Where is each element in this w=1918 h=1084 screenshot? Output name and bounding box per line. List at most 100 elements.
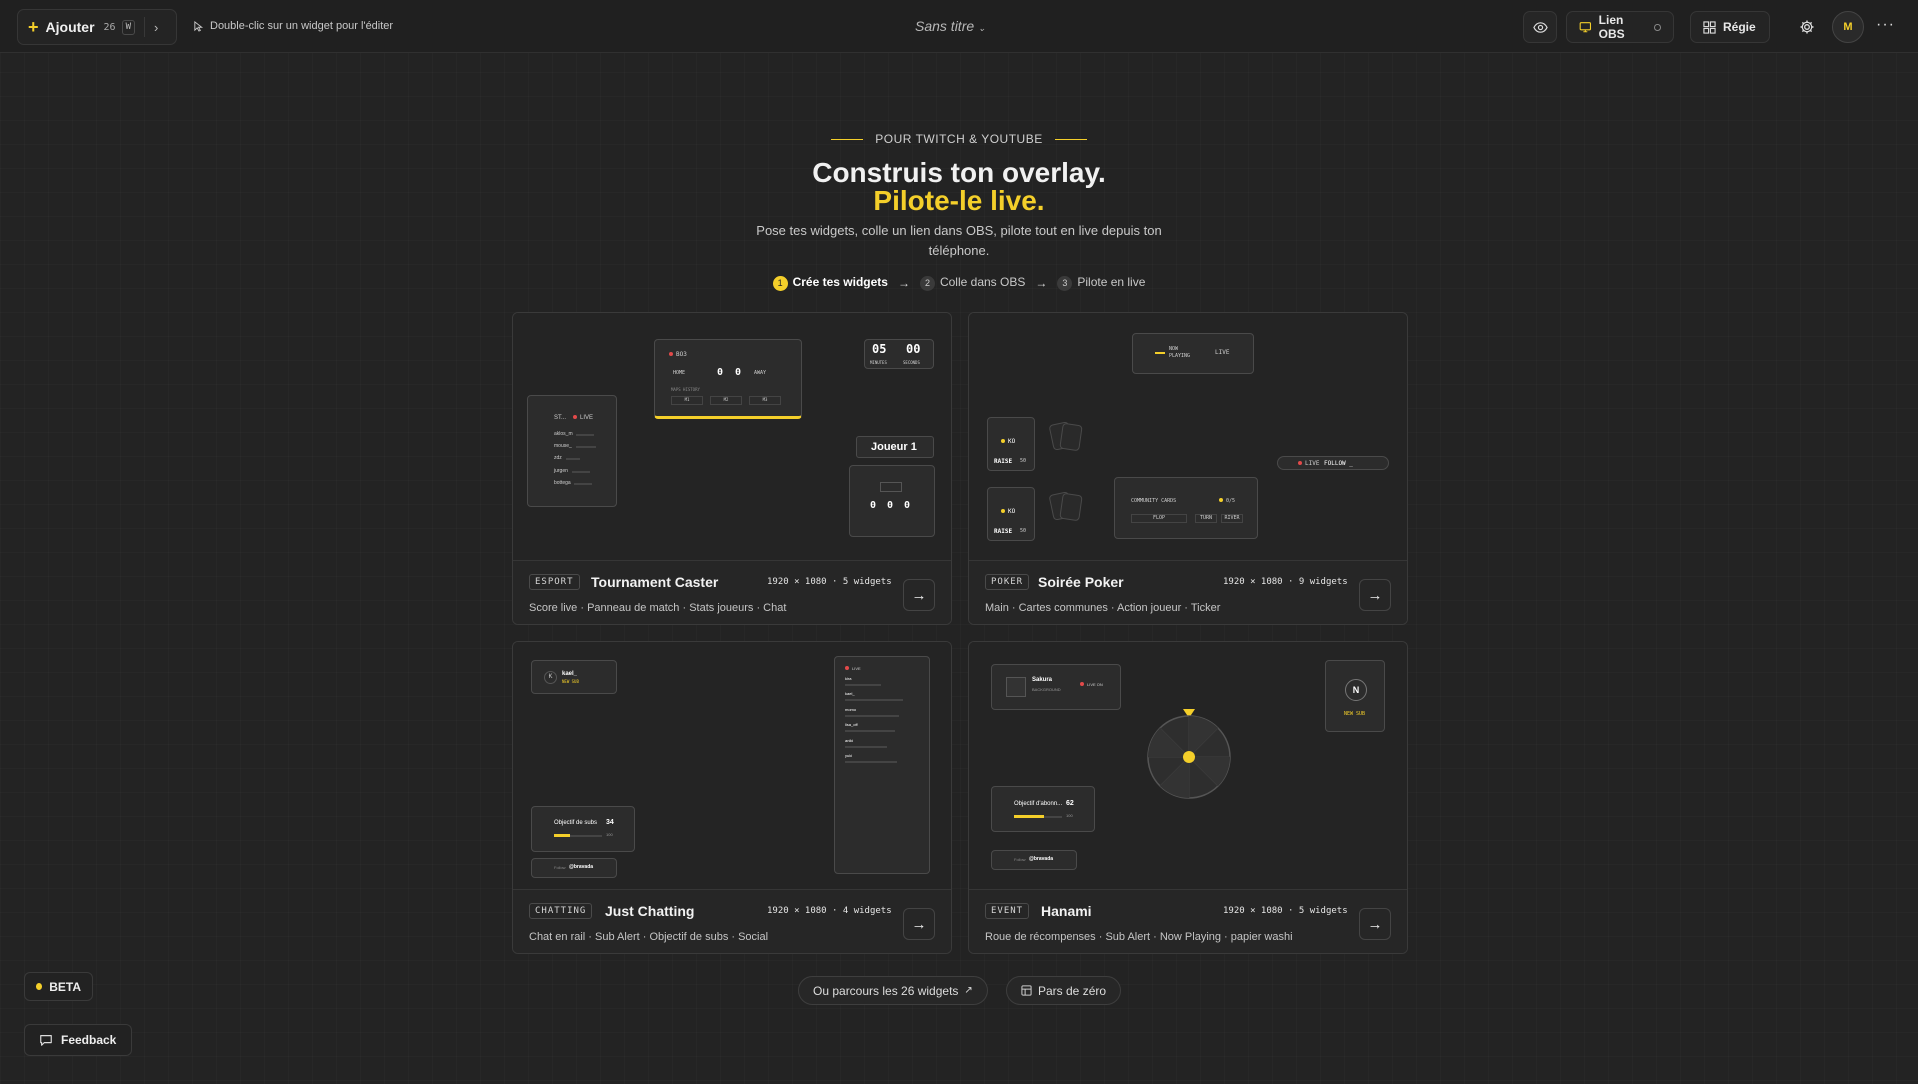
arrow-right-icon[interactable]: → [1359, 908, 1391, 940]
document-title-text: Sans titre [915, 18, 975, 34]
community-count: 0/5 [1219, 498, 1235, 504]
start-from-scratch-button[interactable]: Pars de zéro [1006, 976, 1122, 1005]
eyebrow-line-right [1054, 138, 1087, 140]
preview-sub-alert: N NEW SUB [1325, 660, 1385, 732]
template-card-esport[interactable]: ST... LIVE aklos_m mouse_ zdz jurgen bot… [512, 312, 952, 625]
add-widget-button[interactable]: + Ajouter 26 W › [17, 9, 177, 45]
rail-user: yuki [845, 753, 853, 758]
template-description: Roue de récompenses · Sub Alert · Now Pl… [985, 931, 1293, 943]
raise-value: 50 [1020, 528, 1027, 534]
raise-label: RAISE [994, 528, 1013, 535]
preview-player-stats: 0 0 0 [849, 465, 935, 537]
step-number: 3 [1057, 275, 1073, 291]
preview-sub-goal: Objectif de subs 34 100 [531, 806, 635, 852]
status-dot [1654, 23, 1661, 31]
maps-history-label: MAPS HISTORY [671, 387, 700, 392]
divider [143, 17, 145, 37]
step-2: 2 Colle dans OBS [919, 275, 1026, 291]
obs-link-button[interactable]: Lien OBS [1566, 11, 1674, 43]
community-count-text: 0/5 [1226, 498, 1236, 504]
hero-subtitle: Pose tes widgets, colle un lien dans OBS… [756, 223, 1162, 258]
preview-button[interactable] [1523, 11, 1557, 43]
raise-label: RAISE [994, 458, 1013, 465]
preview-timer: 05 00 MINUTES SECONDS [864, 339, 934, 369]
regie-label: Régie [1723, 20, 1756, 34]
step-number: 2 [919, 275, 935, 291]
widget-count: 26 [103, 21, 116, 33]
rail-user: lisa_off [845, 722, 858, 727]
rail-line [845, 761, 897, 763]
ko-text: KO [1008, 438, 1016, 445]
preview-player-hand: KO RAISE 50 [987, 487, 1035, 541]
template-footer: CHATTING Just Chatting 1920 × 1080 · 4 w… [513, 889, 951, 953]
album-art [1006, 677, 1026, 697]
goal-fill [554, 834, 571, 837]
step-number: 1 [772, 275, 788, 291]
goal-max: 100 [606, 832, 613, 837]
template-footer: POKER Soirée Poker 1920 × 1080 · 9 widge… [969, 560, 1407, 624]
preview-player-name: Joueur 1 [856, 436, 934, 458]
map-slot: M1 [671, 396, 703, 405]
map-slot: M2 [710, 396, 742, 405]
eyebrow: POUR TWITCH & YOUTUBE [0, 132, 1918, 146]
home-label: HOME [673, 370, 686, 376]
beta-label: BETA [49, 979, 81, 994]
goal-value: 34 [606, 819, 614, 826]
goal-max: 100 [1066, 813, 1073, 818]
gear-icon [1800, 20, 1814, 34]
more-options-icon[interactable]: ··· [1876, 16, 1895, 34]
category-tag: EVENT [985, 903, 1030, 919]
arrow-right-icon[interactable]: → [903, 908, 935, 940]
chevron-down-icon: ⌄ [978, 23, 986, 33]
feedback-button[interactable]: Feedback [24, 1024, 132, 1056]
template-description: Main · Cartes communes · Action joueur ·… [985, 602, 1221, 614]
template-card-hanami[interactable]: Sakura BACKGROUND LIVE ON N NEW SUB Obje… [968, 641, 1408, 954]
chat-live-badge: LIVE [573, 415, 593, 421]
chat-head: ST... [554, 415, 567, 421]
eye-icon [1532, 21, 1548, 33]
settings-button[interactable] [1790, 11, 1824, 43]
template-card-poker[interactable]: NOW PLAYING LIVE KO RAISE 50 KO RAISE 50… [968, 312, 1408, 625]
rail-user: kael_ [845, 691, 855, 696]
preview-now-playing: NOW PLAYING LIVE [1132, 333, 1254, 374]
step-label: Pilote en live [1077, 275, 1146, 289]
chevron-right-icon[interactable]: › [154, 20, 158, 35]
follow-live-text: LIVE [1305, 460, 1320, 467]
raise-value: 50 [1020, 458, 1027, 464]
template-description: Score live · Panneau de match · Stats jo… [529, 602, 787, 614]
preview-community-cards: COMMUNITY CARDS 0/5 FLOP TURN RIVER [1114, 477, 1258, 539]
goal-value: 62 [1066, 800, 1074, 807]
turn-slot: TURN [1195, 514, 1217, 523]
plus-icon: + [28, 17, 39, 37]
template-name: Tournament Caster [591, 574, 719, 590]
timer-minutes: 05 [872, 342, 887, 356]
category-tag: CHATTING [529, 903, 593, 919]
chat-user: bottega [554, 480, 571, 486]
browse-widgets-button[interactable]: Ou parcours les 26 widgets ↗ [798, 976, 988, 1005]
accent-bar [1155, 352, 1165, 354]
template-footer: EVENT Hanami 1920 × 1080 · 5 widgets Rou… [969, 889, 1407, 953]
home-score: 0 [717, 367, 724, 378]
beta-dot [36, 983, 43, 990]
monitor-icon [1579, 22, 1592, 33]
away-score: 0 [735, 367, 742, 378]
user-avatar[interactable]: M [1832, 11, 1864, 43]
document-title[interactable]: Sans titre ⌄ [915, 18, 986, 34]
step-3: 3 Pilote en live [1057, 275, 1145, 291]
browse-label: Ou parcours les 26 widgets [813, 983, 959, 998]
step-label: Colle dans OBS [939, 275, 1026, 289]
sub-user: kael_ [562, 671, 578, 677]
chat-live: LIVE [580, 415, 594, 421]
arrow-right-icon[interactable]: → [903, 579, 935, 611]
edit-hint: Double-clic sur un widget pour l'éditer [193, 20, 393, 32]
regie-button[interactable]: Régie [1690, 11, 1770, 43]
template-preview: NOW PLAYING LIVE KO RAISE 50 KO RAISE 50… [969, 313, 1407, 560]
preview-chat-widget: ST... LIVE aklos_m mouse_ zdz jurgen bot… [527, 395, 617, 507]
steps: 1 Crée tes widgets → 2 Colle dans OBS → 3P… [0, 275, 1918, 291]
template-preview: K kael_ NEW SUB Objectif de subs 34 100 … [513, 642, 951, 889]
bo3-text: BO3 [676, 351, 687, 358]
template-card-chatting[interactable]: K kael_ NEW SUB Objectif de subs 34 100 … [512, 641, 952, 954]
stat-value: 0 [904, 500, 911, 511]
beta-badge: BETA [24, 972, 93, 1001]
arrow-right-icon[interactable]: → [1359, 579, 1391, 611]
